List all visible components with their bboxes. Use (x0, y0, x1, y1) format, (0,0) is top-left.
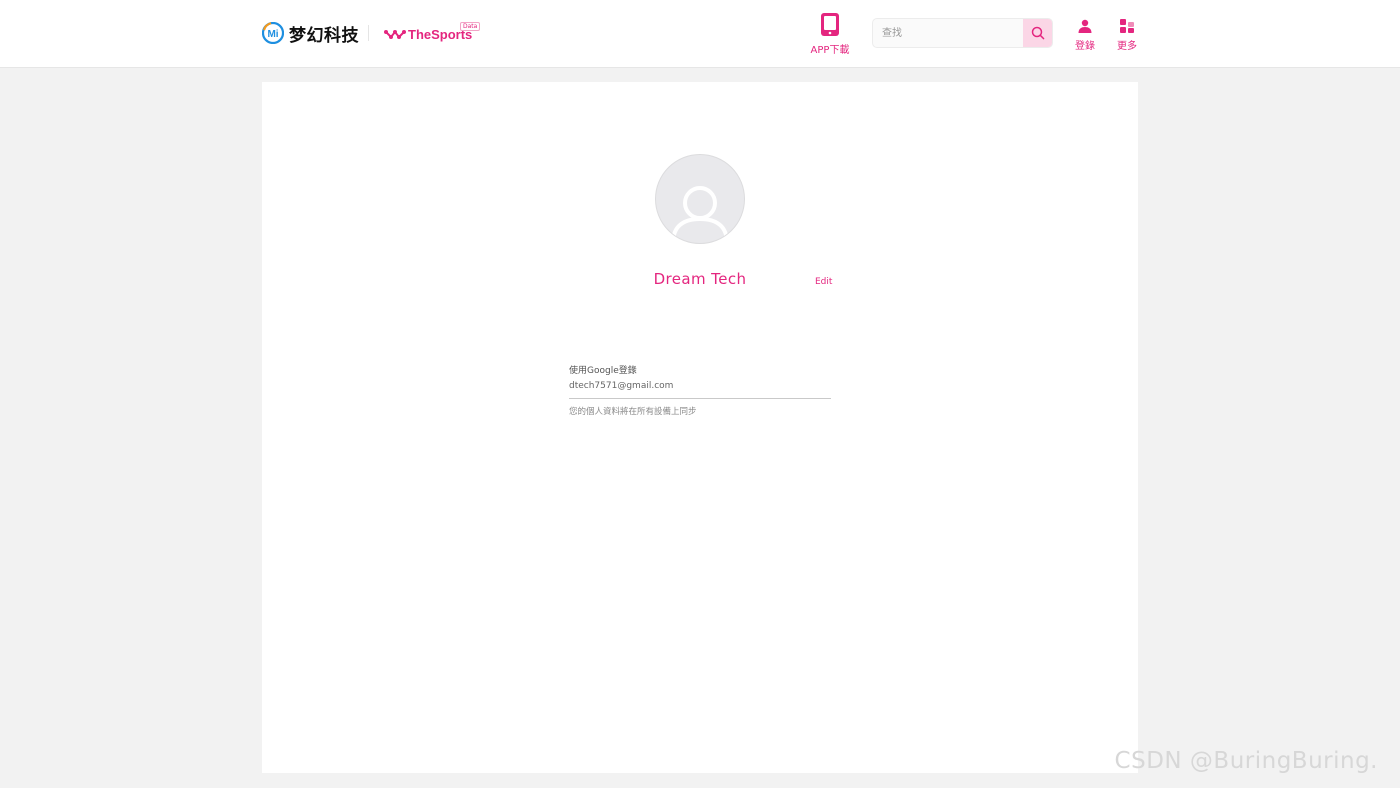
app-download-button[interactable]: APP下載 (806, 12, 854, 56)
user-icon (1078, 19, 1092, 33)
site-logo[interactable]: Mi 梦幻科技 (262, 21, 359, 46)
brand-separator (368, 25, 369, 41)
mi-logo-icon: Mi (262, 22, 284, 44)
thesports-wave-icon (384, 30, 406, 39)
watermark: CSDN @BuringBuring. (1114, 748, 1378, 774)
email-value: dtech7571@gmail.com (569, 381, 674, 391)
top-header: Mi 梦幻科技 TheSports Data APP下載 查找 登錄 更多 (0, 0, 1400, 68)
info-divider (569, 398, 831, 399)
more-label: 更多 (1117, 41, 1137, 52)
search-icon (1031, 26, 1044, 40)
edit-profile-link[interactable]: Edit (815, 277, 832, 287)
account-info: 使用Google登錄 dtech7571@gmail.com 您的個人資料將在所… (569, 365, 831, 418)
logo-badge-letters: Mi (267, 29, 278, 40)
search-box (872, 18, 1053, 48)
grid-icon (1120, 19, 1134, 33)
more-button[interactable]: 更多 (1111, 18, 1143, 54)
sync-note: 您的個人資料將在所有設備上同步 (569, 407, 697, 417)
profile-card: Dream Tech Edit 使用Google登錄 dtech7571@gma… (262, 82, 1138, 773)
user-avatar-icon (671, 186, 729, 243)
avatar[interactable] (655, 154, 745, 244)
profile-name: Dream Tech (653, 270, 747, 288)
search-input[interactable] (873, 19, 1023, 47)
login-label: 登錄 (1075, 41, 1095, 52)
login-method-label: 使用Google登錄 (569, 366, 637, 376)
search-button[interactable] (1023, 19, 1052, 47)
tablet-icon (821, 13, 839, 36)
brand-data-tag: Data (460, 22, 481, 31)
login-button[interactable]: 登錄 (1069, 18, 1101, 54)
app-download-label: APP下載 (810, 45, 850, 56)
logo-text: 梦幻科技 (289, 25, 359, 46)
